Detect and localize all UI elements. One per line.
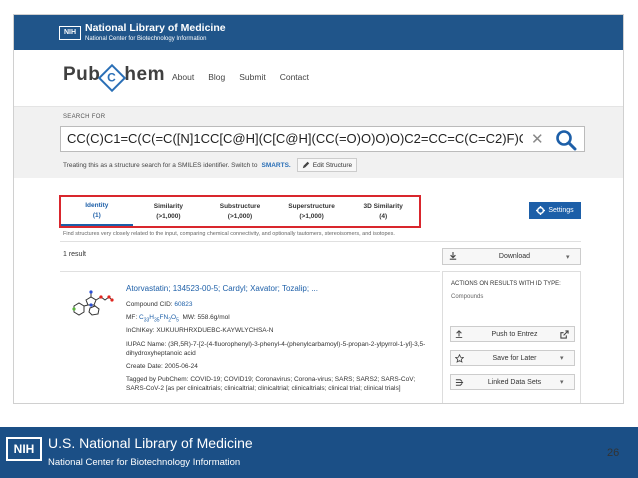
tagged-by: Tagged by PubChem: COVID-19; COVID19; Co…: [126, 376, 416, 393]
mw-value: 558.6g/mol: [197, 314, 230, 321]
tab-similarity[interactable]: Similarity (>1,000): [133, 197, 205, 226]
iupac-name: IUPAC Name: (3R,5R)-7-[2-(4-fluorophenyl…: [126, 341, 426, 358]
settings-button[interactable]: Settings: [529, 202, 581, 219]
nih-header-title: National Library of Medicine: [85, 22, 226, 35]
chevron-down-icon: ▾: [560, 379, 564, 386]
result-title-link[interactable]: Atorvastatin; 134523-00-5; Cardyl; Xavat…: [126, 284, 318, 293]
tab-3d-similarity-count: (4): [379, 212, 388, 220]
mf-label: MF:: [126, 314, 138, 321]
tab-superstructure[interactable]: Superstructure (>1,000): [276, 197, 348, 226]
compound-cid: Compound CID: 60823: [126, 301, 193, 308]
search-input-value[interactable]: CC(C)C1=C(C(=C([N]1CC[C@H](C[C@H](CC(=O)…: [67, 131, 523, 146]
pubchem-logo-right: hem: [124, 64, 165, 85]
gear-icon: [536, 206, 546, 215]
tab-substructure-label: Substructure: [219, 202, 261, 210]
id-type-select[interactable]: Compounds: [451, 294, 483, 300]
pubchem-screenshot: NIH National Library of Medicine Nationa…: [13, 14, 624, 404]
footer-nih-badge: NIH: [6, 437, 42, 461]
pencil-icon: [302, 161, 309, 169]
tab-similarity-label: Similarity: [153, 202, 184, 210]
chevron-down-icon: ▾: [566, 253, 570, 261]
inchikey: InChIKey: XUKUURHRXDUEBC-KAYWLYCHSA-N: [126, 327, 274, 334]
tab-identity-count: (1): [92, 211, 101, 219]
nav-link-about[interactable]: About: [172, 72, 194, 82]
switch-to-smarts-link[interactable]: SMARTS.: [261, 162, 290, 169]
search-interpretation: Treating this as a structure search for …: [63, 158, 358, 172]
linked-data-sets-label: Linked Data Sets: [487, 378, 542, 386]
clear-icon[interactable]: ✕: [531, 130, 544, 148]
molecular-formula: MF: C33H35FN2O5 MW: 558.6g/mol: [126, 314, 230, 323]
mf-value[interactable]: C33H35FN2O5: [139, 314, 179, 323]
edit-structure-button[interactable]: Edit Structure: [296, 158, 358, 172]
edit-structure-label: Edit Structure: [312, 161, 353, 169]
push-to-entrez-label: Push to Entrez: [491, 330, 538, 338]
linked-data-icon: [455, 378, 469, 387]
treat-text: Treating this as a structure search for …: [63, 161, 258, 169]
tab-substructure[interactable]: Substructure (>1,000): [204, 197, 276, 226]
tab-3d-similarity-label: 3D Similarity: [363, 202, 403, 210]
search-type-tabs: Identity (1) Similarity (>1,000) Substru…: [59, 195, 421, 228]
search-input[interactable]: CC(C)C1=C(C(=C([N]1CC[C@H](C[C@H](CC(=O)…: [60, 126, 585, 152]
settings-label: Settings: [548, 207, 574, 214]
search-description: Find structures very closely related to …: [63, 231, 395, 237]
search-for-label: SEARCH FOR: [63, 114, 106, 120]
cid-label: Compound CID:: [126, 301, 173, 308]
save-for-later-label: Save for Later: [492, 354, 537, 362]
footer-line-1: U.S. National Library of Medicine: [48, 435, 253, 451]
cid-link[interactable]: 60823: [174, 301, 192, 308]
result-count: 1 result: [63, 251, 86, 258]
download-button[interactable]: Download ▾: [442, 248, 581, 265]
chevron-down-icon: ▾: [560, 355, 564, 362]
tab-superstructure-count: (>1,000): [299, 212, 324, 220]
structure-thumbnail[interactable]: [66, 284, 114, 324]
actions-panel: ACTIONS ON RESULTS WITH ID TYPE: Compoun…: [442, 271, 581, 403]
slide-footer: NIH U.S. National Library of Medicine Na…: [0, 427, 638, 478]
nih-header-subtitle: National Center for Biotechnology Inform…: [85, 35, 207, 42]
push-to-entrez-button[interactable]: Push to Entrez: [450, 326, 575, 342]
upload-icon: [455, 330, 469, 338]
tab-superstructure-label: Superstructure: [288, 202, 335, 210]
create-date: Create Date: 2005-06-24: [126, 363, 198, 370]
pubchem-header: Pub Chem About Blog Submit Contact: [14, 50, 623, 106]
result-card: Atorvastatin; 134523-00-5; Cardyl; Xavat…: [60, 271, 440, 403]
search-icon[interactable]: [555, 129, 577, 151]
nav-link-contact[interactable]: Contact: [280, 72, 309, 82]
pubchem-logo-left: Pub: [63, 64, 101, 85]
slide: NIH National Library of Medicine Nationa…: [0, 0, 638, 478]
linked-data-sets-button[interactable]: Linked Data Sets ▾: [450, 374, 575, 390]
nih-header-text[interactable]: National Library of Medicine National Ce…: [85, 23, 226, 42]
nih-logo-badge[interactable]: NIH: [59, 25, 81, 40]
tab-identity[interactable]: Identity (1): [61, 197, 133, 226]
search-area: SEARCH FOR CC(C)C1=C(C(=C([N]1CC[C@H](C[…: [14, 106, 623, 178]
divider: [60, 241, 581, 242]
footer-line-2: National Center for Biotechnology Inform…: [48, 457, 241, 468]
pubchem-logo-hexagon-icon: C: [98, 63, 127, 93]
nav-link-blog[interactable]: Blog: [208, 72, 225, 82]
tab-3d-similarity[interactable]: 3D Similarity (4): [347, 197, 419, 226]
page-number: 26: [607, 447, 620, 459]
nih-header-bar: NIH National Library of Medicine Nationa…: [14, 15, 623, 50]
tab-identity-label: Identity: [85, 201, 109, 209]
download-label: Download: [498, 253, 531, 260]
nav-link-submit[interactable]: Submit: [239, 72, 265, 82]
tab-substructure-count: (>1,000): [227, 212, 253, 220]
pubchem-logo[interactable]: Pub Chem: [63, 63, 165, 93]
mw-label: MW:: [182, 314, 196, 321]
actions-title: ACTIONS ON RESULTS WITH ID TYPE:: [451, 281, 561, 287]
pubchem-logo-c: C: [107, 70, 117, 85]
download-icon: [449, 251, 463, 262]
tab-similarity-count: (>1,000): [156, 212, 181, 220]
pubchem-nav: About Blog Submit Contact: [172, 72, 309, 82]
save-for-later-button[interactable]: Save for Later ▾: [450, 350, 575, 366]
external-link-icon: [560, 329, 574, 339]
star-icon: [455, 353, 469, 363]
